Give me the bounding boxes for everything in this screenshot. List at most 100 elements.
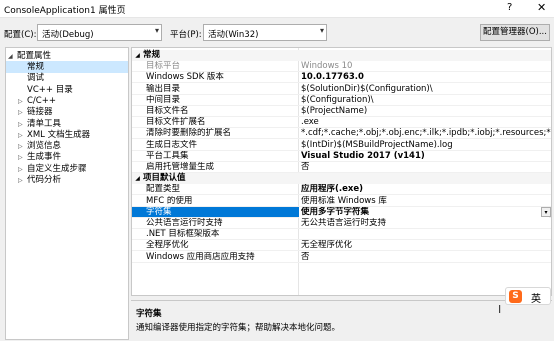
description-title: 字符集 — [136, 309, 162, 319]
tree-item[interactable]: ▷ 清单工具 — [18, 118, 61, 130]
property-value[interactable]: 应用程序(.exe) — [301, 184, 551, 195]
category-label: 常规 — [143, 50, 161, 60]
platform-select-value: 活动(Win32) — [208, 30, 259, 40]
property-row[interactable]: 平台工具集 Visual Studio 2017 (v141) — [132, 150, 551, 162]
property-value[interactable]: $(IntDir)$(MSBuildProjectName).log — [301, 140, 551, 151]
config-label: 配置(C): — [4, 30, 37, 40]
help-icon[interactable]: ? — [507, 2, 512, 13]
property-value[interactable]: 使用标准 Windows 库 — [301, 196, 551, 207]
collapsed-arrow-icon[interactable]: ▷ — [18, 175, 27, 187]
tree-item-label: C/C++ — [27, 95, 56, 106]
property-row[interactable]: 启用托管增量生成 否 — [132, 162, 551, 173]
tree-item-label: 自定义生成步骤 — [27, 163, 87, 174]
config-manager-button[interactable]: 配置管理器(O)... — [480, 24, 550, 41]
property-name: MFC 的使用 — [146, 195, 193, 206]
property-name: .NET 目标框架版本 — [146, 229, 220, 240]
tree-item[interactable]: 常规 — [6, 61, 128, 73]
property-name: 全程序优化 — [146, 240, 189, 251]
property-row[interactable]: 目标文件扩展名 .exe — [132, 117, 551, 129]
property-name: 公共语言运行时支持 — [146, 218, 223, 228]
property-value[interactable]: *.cdf;*.cache;*.obj;*.obj.enc;*.ilk;*.ip… — [301, 128, 551, 139]
tree-item-label: 生成事件 — [27, 152, 62, 163]
window-title: ConsoleApplication1 属性页 — [4, 6, 126, 16]
chevron-down-icon: ▾ — [154, 26, 159, 35]
tree-item[interactable]: ▷ 链接器 — [18, 106, 53, 118]
platform-select[interactable]: 活动(Win32) ▾ — [203, 24, 327, 41]
tree-item[interactable]: VC++ 目录 — [18, 84, 73, 96]
property-name: Windows SDK 版本 — [146, 72, 224, 83]
expanded-arrow-icon[interactable]: ◢ — [132, 50, 143, 61]
property-row[interactable]: 输出目录 $(SolutionDir)$(Configuration)\ — [132, 83, 551, 95]
property-row[interactable]: 目标平台 Windows 10 — [132, 61, 551, 73]
property-value[interactable]: 否 — [301, 162, 551, 173]
property-row[interactable]: 生成日志文件 $(IntDir)$(MSBuildProjectName).log — [132, 139, 551, 151]
property-value[interactable]: 否 — [301, 252, 551, 263]
tree-item-label: 链接器 — [27, 107, 53, 118]
tree-item-label: 调试 — [27, 73, 45, 84]
property-name: 输出目录 — [146, 83, 181, 94]
property-value[interactable]: 无全程序优化 — [301, 240, 551, 251]
config-toolbar: 配置(C): 活动(Debug) ▾ 平台(P): 活动(Win32) ▾ 配置… — [0, 18, 554, 46]
tree-item[interactable]: 调试 — [18, 72, 44, 84]
ime-indicator[interactable]: S 英 — [505, 287, 551, 305]
category-label: 项目默认值 — [143, 173, 186, 184]
title-bar: ConsoleApplication1 属性页 ? ✕ — [0, 0, 554, 18]
text-cursor-icon: I — [498, 303, 502, 316]
tree-item[interactable]: ▷ 浏览信息 — [18, 140, 61, 152]
category-header[interactable]: ◢ 项目默认值 — [132, 173, 551, 185]
config-select-value: 活动(Debug) — [42, 30, 94, 40]
property-value[interactable]: Windows 10 — [301, 61, 551, 72]
property-row[interactable]: 配置类型 应用程序(.exe) — [132, 184, 551, 196]
property-value[interactable]: Visual Studio 2017 (v141) — [301, 151, 551, 162]
property-row[interactable]: MFC 的使用 使用标准 Windows 库 — [132, 195, 551, 207]
tree-item[interactable]: ▷ C/C++ — [18, 95, 56, 107]
tree-item-label: VC++ 目录 — [27, 84, 73, 95]
property-row[interactable]: Windows SDK 版本 10.0.17763.0 — [132, 72, 551, 84]
property-row[interactable]: 全程序优化 无全程序优化 — [132, 240, 551, 252]
tree-item-label: 常规 — [27, 62, 45, 72]
property-name: 清除时要删除的扩展名 — [146, 128, 232, 139]
property-name: 目标文件扩展名 — [146, 117, 206, 128]
property-value[interactable]: .exe — [301, 117, 551, 128]
property-name: Windows 应用商店应用支持 — [146, 251, 255, 262]
expanded-arrow-icon[interactable]: ◢ — [132, 173, 143, 184]
property-value[interactable]: $(ProjectName) — [301, 106, 551, 117]
tree-item-label: 浏览信息 — [27, 141, 62, 152]
property-name: 启用托管增量生成 — [146, 162, 215, 172]
property-value[interactable]: 10.0.17763.0 — [301, 72, 551, 83]
property-row[interactable]: Windows 应用商店应用支持 否 — [132, 251, 551, 263]
property-row[interactable]: 中间目录 $(Configuration)\ — [132, 94, 551, 106]
property-row[interactable]: 目标文件名 $(ProjectName) — [132, 106, 551, 117]
config-select[interactable]: 活动(Debug) ▾ — [37, 24, 162, 41]
property-value[interactable]: $(Configuration)\ — [301, 95, 551, 106]
property-row[interactable]: 清除时要删除的扩展名 *.cdf;*.cache;*.obj;*.obj.enc;… — [132, 128, 551, 140]
tree-item[interactable]: ▷ XML 文档生成器 — [18, 129, 90, 141]
tree-item[interactable]: ▷ 自定义生成步骤 — [18, 163, 87, 175]
tree-item-label: XML 文档生成器 — [27, 129, 91, 140]
property-tree: ◢ 配置属性 常规 调试 VC++ 目录 ▷ C/C++ ▷ 链接器 ▷ 清单工具 ▷ XML 文档生成… — [5, 47, 129, 340]
chevron-down-icon: ▾ — [319, 26, 324, 35]
property-name: 配置类型 — [146, 184, 181, 195]
property-name: 目标文件名 — [146, 106, 189, 116]
property-name: 字符集 — [146, 206, 172, 217]
property-name: 中间目录 — [146, 94, 181, 105]
tree-item[interactable]: ▷ 生成事件 — [18, 151, 61, 163]
platform-label: 平台(P): — [170, 30, 202, 40]
property-name: 平台工具集 — [146, 150, 189, 161]
property-name: 生成日志文件 — [146, 139, 198, 150]
property-value[interactable]: 使用多字节字符集 — [299, 206, 549, 218]
property-row[interactable]: 公共语言运行时支持 无公共语言运行时支持 — [132, 218, 551, 229]
category-header[interactable]: ◢ 常规 — [132, 50, 551, 61]
close-icon[interactable]: ✕ — [537, 1, 546, 14]
tree-item[interactable]: ▷ 代码分析 — [18, 174, 61, 186]
ime-mode-label: 英 — [531, 294, 541, 305]
property-value[interactable]: 无公共语言运行时支持 — [301, 218, 551, 229]
description-text: 通知编译器使用指定的字符集；帮助解决本地化问题。 — [136, 323, 341, 333]
property-row[interactable]: 字符集 使用多字节字符集 ▾ — [132, 206, 551, 218]
chevron-down-icon[interactable]: ▾ — [541, 206, 551, 217]
description-pane: 字符集 通知编译器使用指定的字符集；帮助解决本地化问题。 — [131, 300, 552, 340]
property-row[interactable]: .NET 目标框架版本 — [132, 229, 551, 241]
property-value[interactable]: $(SolutionDir)$(Configuration)\ — [301, 84, 551, 95]
tree-item-label: 代码分析 — [27, 175, 62, 185]
sogou-logo-icon: S — [509, 290, 522, 303]
